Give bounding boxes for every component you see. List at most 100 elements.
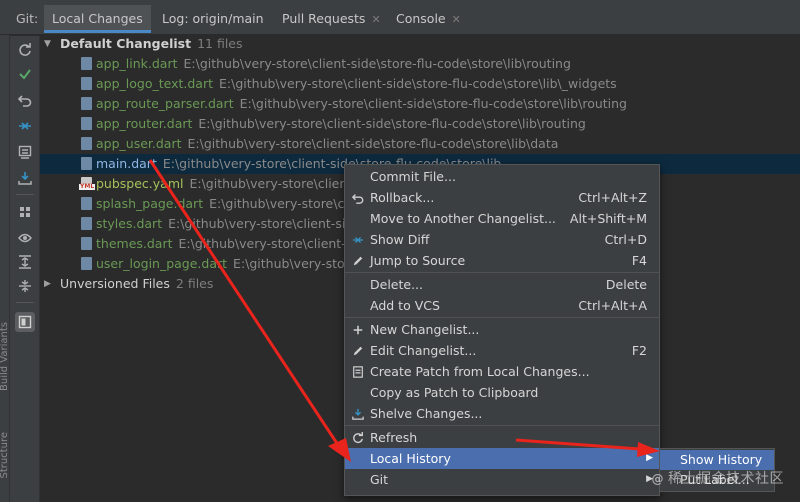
file-path: E:\github\very-store\client-side\store-f… (187, 136, 559, 151)
dart-file-icon (81, 257, 92, 270)
file-path: E:\github\very-store\client-side\store-f… (183, 56, 571, 71)
diff-icon[interactable] (15, 116, 35, 136)
file-row[interactable]: app_route_parser.dart E:\github\very-stor… (40, 94, 800, 114)
dart-file-icon (81, 57, 92, 70)
default-changelist-row[interactable]: ▼ Default Changelist 11 files (40, 34, 800, 54)
menu-item-shortcut: Delete (605, 277, 647, 292)
menu-item-shortcut: F2 (631, 343, 647, 358)
dart-file-icon (81, 237, 92, 250)
refresh-menu-item[interactable]: Refresh (345, 427, 659, 448)
menu-item-label: Shelve Changes... (370, 406, 483, 421)
file-name-group: app_router.dart E:\github\very-store\clie… (96, 114, 586, 134)
file-name-group: app_link.dart E:\github\very-store\client… (96, 54, 571, 74)
build-variants-side-tab[interactable]: Build Variants (0, 322, 10, 391)
edit-pencil-icon (351, 254, 365, 268)
close-icon[interactable]: ✕ (452, 13, 461, 26)
dart-file-icon (81, 217, 92, 230)
file-name: user_login_page.dart (96, 256, 228, 271)
jump-to-source-menu-item[interactable]: Jump to Source F4 (345, 250, 659, 271)
changelist-icon[interactable] (15, 142, 35, 162)
git-tool-window-header: Git: Local Changes Log: origin/main Pull… (0, 0, 800, 35)
commit-file-menu-item[interactable]: Commit File... (345, 166, 659, 187)
menu-item-label: Create Patch from Local Changes... (370, 364, 590, 379)
edit-changelist-menu-item[interactable]: Edit Changelist... F2 (345, 340, 659, 361)
close-icon[interactable]: ✕ (371, 13, 380, 26)
file-row[interactable]: app_logo_text.dart E:\github\very-store\c… (40, 74, 800, 94)
left-tool-strip: Build Variants Structure (0, 0, 10, 502)
collapse-all-icon[interactable] (15, 276, 35, 296)
expand-all-icon[interactable] (15, 252, 35, 272)
toolbar-separator (16, 194, 34, 195)
tab-local-changes[interactable]: Local Changes (44, 5, 151, 33)
plus-icon (351, 323, 365, 337)
menu-item-label: Refresh (370, 430, 418, 445)
tab-console[interactable]: Console ✕ (388, 5, 469, 33)
menu-item-label: Show Diff (370, 232, 430, 247)
file-name: app_link.dart (96, 56, 178, 71)
menu-item-label: Commit File... (370, 169, 456, 184)
file-name: app_logo_text.dart (96, 76, 214, 91)
shelve-changes-menu-item[interactable]: Shelve Changes... (345, 403, 659, 424)
changelist-name: Unversioned Files 2 files (60, 274, 213, 294)
git-label: Git: (16, 11, 39, 26)
dart-file-icon (81, 197, 92, 210)
dart-file-icon (81, 117, 92, 130)
refresh-icon (351, 431, 365, 445)
add-to-vcs-menu-item[interactable]: Add to VCS Ctrl+Alt+A (345, 295, 659, 316)
file-path: E:\github\very-store\client-side\store-f… (198, 116, 586, 131)
changelist-title: Default Changelist (60, 36, 192, 51)
chevron-right-icon[interactable]: ▶ (44, 274, 54, 294)
menu-separator (345, 272, 659, 273)
eye-icon[interactable] (15, 228, 35, 248)
file-name: splash_page.dart (96, 196, 204, 211)
menu-item-shortcut: Ctrl+Alt+A (578, 298, 647, 313)
changelist-name: Default Changelist 11 files (60, 34, 243, 54)
commit-check-icon[interactable] (15, 64, 35, 84)
show-diff-menu-item[interactable]: Show Diff Ctrl+D (345, 229, 659, 250)
menu-item-label: Rollback... (370, 190, 435, 205)
show-history-menu-item[interactable]: Show History (660, 450, 774, 470)
file-row[interactable]: app_link.dart E:\github\very-store\client… (40, 54, 800, 74)
file-name: themes.dart (96, 236, 173, 251)
menu-item-shortcut: F4 (631, 253, 647, 268)
shelve-icon (351, 407, 365, 421)
file-path: E:\github\very-store\client-side\store-f… (219, 76, 617, 91)
move-to-another-changelist-menu-item[interactable]: Move to Another Changelist... Alt+Shift+M (345, 208, 659, 229)
copy-as-patch-to-clipboard-menu-item[interactable]: Copy as Patch to Clipboard (345, 382, 659, 403)
tab-label: Console (396, 11, 446, 26)
menu-item-label: New Changelist... (370, 322, 480, 337)
file-path: E:\github\very-store\client-side\store-f… (239, 96, 627, 111)
shelve-icon[interactable] (15, 168, 35, 188)
delete-menu-item[interactable]: Delete... Delete (345, 274, 659, 295)
dart-file-icon (81, 97, 92, 110)
tab-log[interactable]: Log: origin/main (154, 5, 272, 33)
menu-item-label: Delete... (370, 277, 423, 292)
menu-item-label: Edit Changelist... (370, 343, 477, 358)
submenu-arrow-icon: ▶ (646, 453, 653, 463)
yaml-file-icon: YML (79, 177, 96, 190)
refresh-icon[interactable] (15, 40, 35, 60)
watermark: @ 稀土掘金技术社区 (652, 468, 785, 488)
chevron-down-icon[interactable]: ▼ (44, 34, 54, 54)
file-name-group: app_route_parser.dart E:\github\very-stor… (96, 94, 627, 114)
preview-panel-icon[interactable] (15, 312, 35, 332)
rollback-icon[interactable] (15, 90, 35, 110)
file-row[interactable]: app_router.dart E:\github\very-store\clie… (40, 114, 800, 134)
local-history-menu-item[interactable]: Local History ▶ (345, 448, 659, 469)
new-changelist-menu-item[interactable]: New Changelist... (345, 319, 659, 340)
tab-label: Log: origin/main (162, 11, 264, 26)
rollback-menu-item[interactable]: Rollback... Ctrl+Alt+Z (345, 187, 659, 208)
tab-pull-requests[interactable]: Pull Requests ✕ (274, 5, 389, 33)
file-row[interactable]: app_user.dart E:\github\very-store\client… (40, 134, 800, 154)
git-menu-item[interactable]: Git ▶ (345, 469, 659, 490)
file-name-group: app_user.dart E:\github\very-store\client… (96, 134, 558, 154)
unversioned-title: Unversioned Files (60, 276, 170, 291)
edit-pencil-icon (351, 344, 365, 358)
group-by-icon[interactable] (15, 202, 35, 222)
create-patch-from-local-changes-menu-item[interactable]: Create Patch from Local Changes... (345, 361, 659, 382)
context-menu: Commit File... Rollback... Ctrl+Alt+Z Move … (344, 164, 660, 496)
tab-label: Local Changes (52, 11, 143, 26)
patch-icon (351, 365, 365, 379)
structure-side-tab[interactable]: Structure (0, 432, 10, 479)
file-name: styles.dart (96, 216, 163, 231)
